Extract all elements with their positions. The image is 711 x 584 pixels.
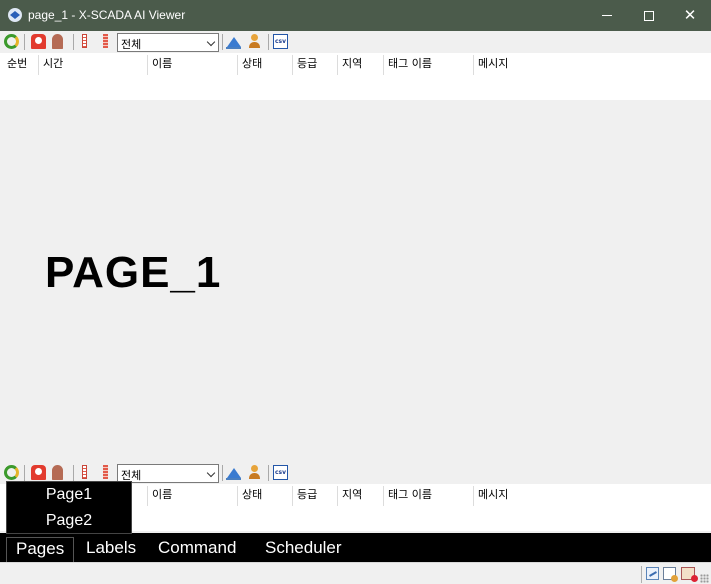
minimize-button[interactable] xyxy=(585,0,629,31)
refresh-icon[interactable] xyxy=(4,34,19,49)
tag-red-icon[interactable] xyxy=(82,465,87,479)
refresh-icon[interactable] xyxy=(4,465,19,480)
maximize-icon xyxy=(644,10,654,21)
column-header-tag-name[interactable]: 태그 이름 xyxy=(383,486,432,506)
csv-export-icon[interactable]: csv xyxy=(273,465,288,480)
column-header-level[interactable]: 등급 xyxy=(292,486,317,506)
toolbar-divider xyxy=(222,34,223,50)
column-header-name[interactable]: 이름 xyxy=(147,486,172,506)
alarm-icon[interactable] xyxy=(31,34,46,49)
error-icon[interactable] xyxy=(681,567,698,582)
status-divider xyxy=(641,566,642,583)
toolbar-divider xyxy=(73,465,74,481)
column-header-area[interactable]: 지역 xyxy=(337,486,362,506)
status-bar xyxy=(0,562,711,584)
tab-pages[interactable]: Pages xyxy=(6,537,75,562)
minimize-icon xyxy=(602,15,612,16)
csv-export-icon[interactable]: csv xyxy=(273,34,288,49)
toolbar-divider xyxy=(24,465,25,481)
filter-dropdown[interactable]: 전체 xyxy=(117,33,219,52)
close-icon: ✕ xyxy=(683,6,697,24)
toolbar-divider xyxy=(268,34,269,50)
column-header-state[interactable]: 상태 xyxy=(237,55,262,75)
chevron-down-icon xyxy=(206,37,216,47)
tab-command[interactable]: Command xyxy=(158,537,236,562)
csv-label: csv xyxy=(274,469,287,476)
column-header-seq[interactable]: 순번 xyxy=(3,55,27,75)
network-icon[interactable] xyxy=(646,567,659,580)
filter-value: 전체 xyxy=(121,38,142,51)
csv-label: csv xyxy=(274,38,287,45)
toolbar-divider xyxy=(268,465,269,481)
title-bar: page_1 - X-SCADA AI Viewer ✕ xyxy=(0,0,711,31)
column-header-time[interactable]: 시간 xyxy=(38,55,63,75)
tag-striped-icon[interactable] xyxy=(103,34,108,48)
toolbar-divider xyxy=(24,34,25,50)
app-logo-icon xyxy=(8,8,22,22)
pages-popup-menu: Page1 Page2 xyxy=(6,481,132,534)
column-header-tag-name[interactable]: 태그 이름 xyxy=(383,55,432,75)
alarm-icon[interactable] xyxy=(31,465,46,480)
page-canvas: PAGE_1 xyxy=(3,100,709,462)
toolbar-divider xyxy=(73,34,74,50)
user-icon[interactable] xyxy=(247,34,262,49)
column-header-level[interactable]: 등급 xyxy=(292,55,317,75)
resize-grip-icon[interactable] xyxy=(700,574,709,583)
filter-dropdown[interactable]: 전체 xyxy=(117,464,219,483)
tab-scheduler[interactable]: Scheduler xyxy=(265,537,342,562)
column-header-name[interactable]: 이름 xyxy=(147,55,172,75)
chevron-down-icon xyxy=(206,468,216,478)
menu-item-page1[interactable]: Page1 xyxy=(7,486,131,504)
toolbar-divider xyxy=(222,465,223,481)
column-header-message[interactable]: 메시지 xyxy=(473,486,508,506)
page-label: PAGE_1 xyxy=(45,248,222,297)
trend-icon[interactable] xyxy=(226,34,241,49)
trend-icon[interactable] xyxy=(226,465,241,480)
siren-icon[interactable] xyxy=(52,34,63,49)
column-header-area[interactable]: 지역 xyxy=(337,55,362,75)
tab-labels[interactable]: Labels xyxy=(86,537,136,562)
maximize-button[interactable] xyxy=(627,0,671,31)
menu-item-page2[interactable]: Page2 xyxy=(7,512,131,530)
column-header-message[interactable]: 메시지 xyxy=(473,55,508,75)
tag-striped-icon[interactable] xyxy=(103,465,108,479)
alarm-toolbar-top: 전체 csv xyxy=(0,31,711,53)
bottom-tab-bar: Pages Labels Command Scheduler xyxy=(0,533,711,562)
window-title: page_1 - X-SCADA AI Viewer xyxy=(28,8,186,22)
document-icon[interactable] xyxy=(663,567,678,582)
tag-red-icon[interactable] xyxy=(82,34,87,48)
column-header-state[interactable]: 상태 xyxy=(237,486,262,506)
close-button[interactable]: ✕ xyxy=(668,0,711,31)
user-icon[interactable] xyxy=(247,465,262,480)
siren-icon[interactable] xyxy=(52,465,63,480)
alarm-list-top: 순번 시간 이름 상태 등급 지역 태그 이름 메시지 xyxy=(0,53,711,100)
